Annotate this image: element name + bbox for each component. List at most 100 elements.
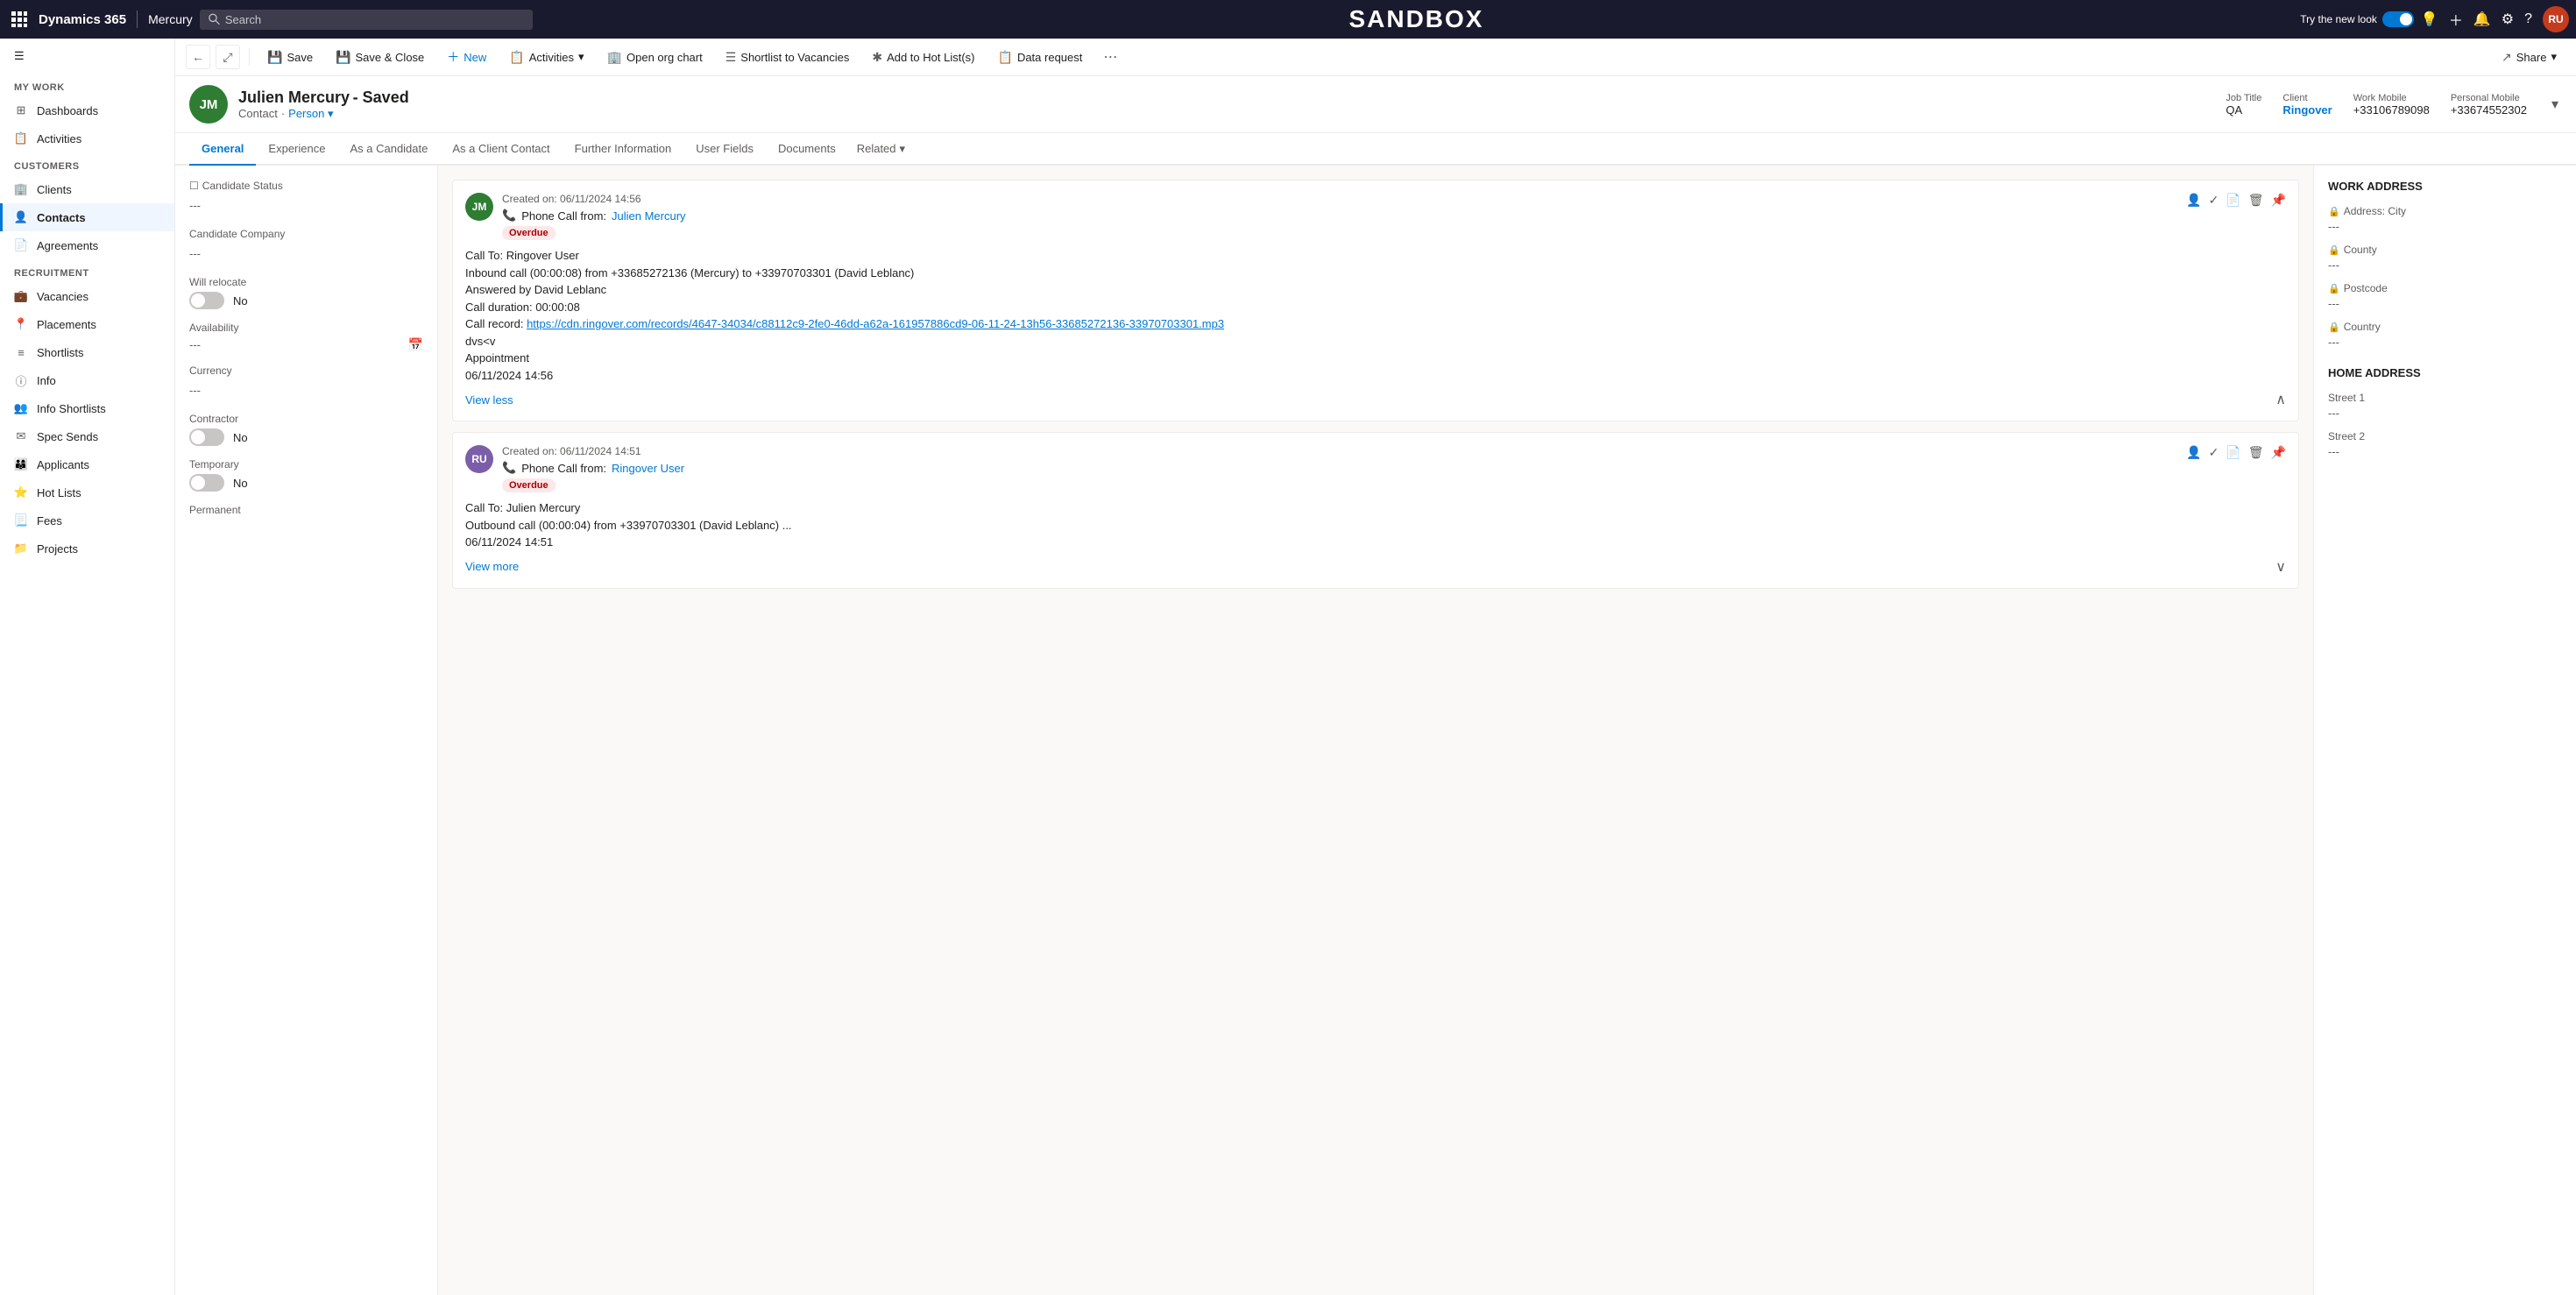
back-button[interactable]: ← (186, 45, 210, 69)
will-relocate-toggle-container: No (189, 292, 423, 309)
view-less-button-1[interactable]: View less (465, 393, 513, 407)
sidebar-item-vacancies[interactable]: 💼 Vacancies (0, 282, 174, 310)
lightbulb-icon[interactable]: 💡 (2421, 11, 2438, 28)
placements-label: Placements (37, 318, 96, 331)
share-button[interactable]: ↗ Share ▾ (2493, 46, 2565, 69)
address-city-label: 🔒 Address: City (2328, 205, 2562, 217)
complete-icon-1[interactable]: ✓ (2209, 193, 2219, 208)
currency-field: Currency --- (189, 364, 423, 400)
gear-icon[interactable]: ⚙ (2502, 11, 2514, 28)
activity-from-link-1[interactable]: Julien Mercury (612, 209, 686, 223)
sidebar-item-contacts[interactable]: 👤 Contacts (0, 203, 174, 231)
save-close-button[interactable]: 💾 Save & Close (327, 46, 433, 69)
waffle-menu[interactable] (7, 7, 32, 32)
record-field-job-title: Job Title QA (2226, 93, 2261, 117)
delete-icon-1[interactable]: 🗑 (2248, 193, 2264, 208)
content-area: ☐ Candidate Status --- Candidate Company… (175, 166, 2576, 1295)
sidebar-item-fees[interactable]: 📃 Fees (0, 506, 174, 534)
client-value[interactable]: Ringover (2282, 103, 2332, 117)
add-to-hotlist-button[interactable]: ✱ Add to Hot List(s) (863, 46, 983, 69)
bell-icon[interactable]: 🔔 (2473, 11, 2491, 28)
data-request-button[interactable]: 📋 Data request (989, 46, 1092, 69)
sidebar-item-activities[interactable]: 📋 Activities (0, 124, 174, 152)
sidebar-item-agreements[interactable]: 📄 Agreements (0, 231, 174, 259)
sidebar-collapse-btn[interactable]: ☰ (0, 39, 174, 74)
collapse-button-1[interactable]: ∧ (2275, 391, 2286, 408)
work-mobile-value[interactable]: +33106789098 (2353, 103, 2430, 117)
tab-related[interactable]: Related ▾ (848, 135, 914, 163)
complete-icon-2[interactable]: ✓ (2209, 445, 2219, 460)
county-field: 🔒 County --- (2328, 244, 2562, 272)
collapse-button-2[interactable]: ∨ (2275, 558, 2286, 576)
dashboards-icon: ⊞ (14, 103, 28, 117)
save-button[interactable]: 💾 Save (258, 46, 322, 69)
try-new-label: Try the new look (2300, 13, 2377, 25)
record-expand-button[interactable]: ▾ (2548, 92, 2562, 117)
sidebar-item-info[interactable]: ⓘ Info (0, 366, 174, 394)
sidebar-item-placements[interactable]: 📍 Placements (0, 310, 174, 338)
activity-body-1: Call To: Ringover User Inbound call (00:… (465, 247, 2286, 384)
address-city-lock-icon: 🔒 (2328, 206, 2340, 217)
copy-icon-1[interactable]: 📄 (2226, 193, 2240, 208)
record-subtype[interactable]: Person ▾ (288, 107, 333, 121)
contractor-toggle[interactable] (189, 428, 224, 446)
shortlist-vacancies-button[interactable]: ☰ Shortlist to Vacancies (717, 46, 859, 69)
pin-icon-2[interactable]: 📌 (2271, 445, 2286, 460)
tab-experience-label: Experience (268, 142, 325, 155)
activity-avatar-2: RU (465, 445, 493, 473)
postcode-label-text: Postcode (2344, 282, 2388, 294)
new-button[interactable]: ＋ New (438, 44, 495, 70)
pin-icon-1[interactable]: 📌 (2271, 193, 2286, 208)
delete-icon-2[interactable]: 🗑 (2248, 445, 2264, 460)
tab-as-candidate[interactable]: As a Candidate (337, 133, 440, 166)
tab-related-label: Related (857, 142, 896, 155)
sidebar-item-dashboards[interactable]: ⊞ Dashboards (0, 96, 174, 124)
assign-icon-2[interactable]: 👤 (2186, 445, 2201, 460)
availability-input[interactable] (189, 338, 403, 351)
try-new-look[interactable]: Try the new look (2300, 11, 2414, 27)
vacancies-icon: 💼 (14, 289, 28, 303)
copy-icon-2[interactable]: 📄 (2226, 445, 2240, 460)
sidebar-item-hot-lists[interactable]: ⭐ Hot Lists (0, 478, 174, 506)
vacancies-label: Vacancies (37, 290, 88, 303)
tab-as-client-contact[interactable]: As a Client Contact (440, 133, 562, 166)
street1-label: Street 1 (2328, 392, 2562, 404)
sidebar-item-applicants[interactable]: 👨‍👩‍👦 Applicants (0, 450, 174, 478)
assign-icon-1[interactable]: 👤 (2186, 193, 2201, 208)
tab-general[interactable]: General (189, 133, 256, 166)
plus-icon[interactable]: ＋ (2449, 9, 2463, 30)
tab-experience[interactable]: Experience (256, 133, 337, 166)
will-relocate-toggle[interactable] (189, 292, 224, 309)
record-type: Contact (238, 107, 278, 120)
temporary-toggle[interactable] (189, 474, 224, 492)
help-icon[interactable]: ? (2524, 11, 2532, 27)
activities-button[interactable]: 📋 Activities ▾ (500, 46, 592, 69)
sidebar-item-clients[interactable]: 🏢 Clients (0, 175, 174, 203)
tab-user-fields[interactable]: User Fields (683, 133, 766, 166)
clients-icon: 🏢 (14, 182, 28, 196)
save-close-icon: 💾 (336, 50, 350, 65)
calendar-icon[interactable]: 📅 (408, 337, 423, 352)
view-more-button-2[interactable]: View more (465, 560, 519, 573)
user-avatar[interactable]: RU (2543, 6, 2569, 32)
county-value: --- (2328, 258, 2562, 272)
sidebar-item-projects[interactable]: 📁 Projects (0, 534, 174, 563)
tab-as-candidate-label: As a Candidate (350, 142, 428, 155)
client-label: Client (2282, 93, 2332, 103)
new-look-toggle[interactable] (2382, 11, 2414, 27)
sidebar-item-spec-sends[interactable]: ✉ Spec Sends (0, 422, 174, 450)
candidate-status-label: ☐ Candidate Status (189, 180, 423, 192)
personal-mobile-value[interactable]: +33674552302 (2451, 103, 2527, 117)
open-org-chart-button[interactable]: 🏢 Open org chart (598, 46, 711, 69)
sidebar-item-shortlists[interactable]: ≡ Shortlists (0, 338, 174, 366)
expand-button[interactable]: ⤢ (216, 45, 240, 69)
more-commands-button[interactable]: ⋯ (1096, 44, 1124, 70)
sidebar-item-info-shortlists[interactable]: 👥 Info Shortlists (0, 394, 174, 422)
tab-further-information[interactable]: Further Information (563, 133, 684, 166)
search-bar[interactable] (200, 10, 533, 30)
activity-from-link-2[interactable]: Ringover User (612, 462, 684, 475)
call-record-link-1[interactable]: https://cdn.ringover.com/records/4647-34… (527, 317, 1224, 330)
search-input[interactable] (225, 13, 524, 26)
tab-documents[interactable]: Documents (766, 133, 848, 166)
currency-value: --- (189, 380, 423, 400)
